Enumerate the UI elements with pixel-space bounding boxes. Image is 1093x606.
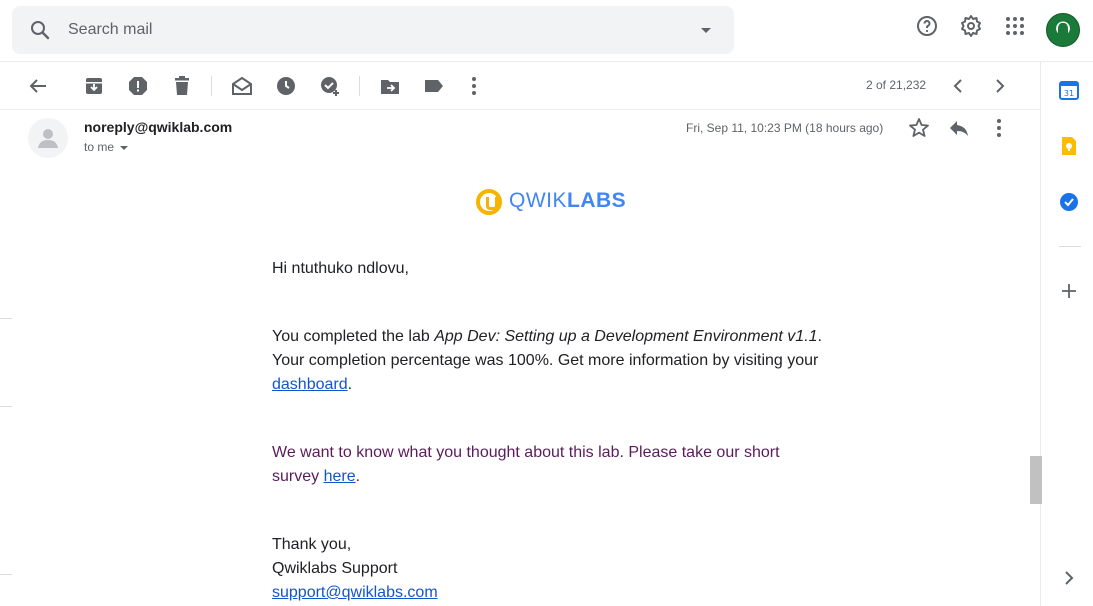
apps-icon[interactable]	[1003, 14, 1027, 38]
message-more-icon[interactable]	[987, 116, 1011, 140]
search-options-dropdown-icon[interactable]	[694, 18, 718, 42]
signoff: Thank you,	[272, 536, 352, 553]
qwiklabs-logo-wordmark: QWIKLABS	[509, 189, 627, 212]
side-panel-divider	[1059, 246, 1081, 247]
qwiklabs-logo-mark	[476, 189, 502, 215]
survey-paragraph: We want to know what you thought about t…	[272, 444, 780, 485]
side-panel: 31	[1040, 62, 1093, 606]
search-input[interactable]	[68, 18, 668, 42]
message-toolbar: 2 of 21,232	[0, 62, 1040, 110]
sender-avatar	[28, 118, 68, 158]
more-options-icon[interactable]	[462, 74, 486, 98]
toolbar-divider	[359, 76, 360, 96]
label-icon[interactable]	[422, 74, 446, 98]
email-greeting: Hi ntuthuko ndlovu,	[272, 260, 409, 277]
svg-text:31: 31	[1064, 89, 1074, 98]
left-edge-divider	[0, 318, 12, 319]
support-email-link[interactable]: support@qwiklabs.com	[272, 584, 438, 601]
keep-icon[interactable]	[1059, 136, 1079, 156]
add-addon-icon[interactable]	[1059, 281, 1079, 301]
recipient-label: to me	[84, 140, 115, 154]
signature-name: Qwiklabs Support	[272, 560, 398, 577]
left-edge-divider	[0, 406, 12, 407]
tasks-icon[interactable]	[1059, 192, 1079, 212]
star-icon[interactable]	[907, 116, 931, 140]
mark-unread-icon[interactable]	[230, 74, 254, 98]
account-avatar[interactable]	[1046, 13, 1080, 47]
move-to-icon[interactable]	[378, 74, 402, 98]
recipient-caret-icon	[120, 145, 129, 150]
scrollbar-thumb[interactable]	[1030, 456, 1042, 504]
survey-link[interactable]: here	[324, 468, 356, 485]
settings-icon[interactable]	[959, 14, 983, 38]
lab-name: App Dev: Setting up a Development Enviro…	[434, 328, 818, 345]
default-person-icon	[38, 129, 58, 148]
snooze-icon[interactable]	[274, 74, 298, 98]
back-icon[interactable]	[26, 74, 50, 98]
calendar-icon[interactable]: 31	[1059, 80, 1079, 100]
pagination-count: 2 of 21,232	[866, 78, 927, 92]
help-icon[interactable]	[915, 14, 939, 38]
signature: Thank you, Qwiklabs Support support@qwik…	[272, 533, 832, 605]
archive-icon[interactable]	[82, 74, 106, 98]
older-message-icon[interactable]	[987, 74, 1011, 98]
message-date: Fri, Sep 11, 10:23 PM (18 hours ago)	[686, 121, 884, 135]
top-bar	[0, 0, 1093, 62]
expand-panel-icon[interactable]	[1059, 568, 1079, 588]
completion-paragraph: You completed the lab App Dev: Setting u…	[272, 328, 822, 393]
newer-message-icon[interactable]	[947, 74, 971, 98]
search-bar[interactable]	[12, 6, 734, 54]
left-edge-divider	[0, 574, 12, 575]
report-spam-icon[interactable]	[126, 74, 150, 98]
recipient-dropdown[interactable]: to me	[84, 140, 129, 154]
delete-icon[interactable]	[170, 74, 194, 98]
add-to-tasks-icon[interactable]	[318, 74, 342, 98]
reply-icon[interactable]	[947, 116, 971, 140]
search-icon[interactable]	[28, 18, 52, 42]
toolbar-divider	[211, 76, 212, 96]
sender-email[interactable]: noreply@qwiklab.com	[84, 119, 232, 135]
dashboard-link[interactable]: dashboard	[272, 376, 348, 393]
